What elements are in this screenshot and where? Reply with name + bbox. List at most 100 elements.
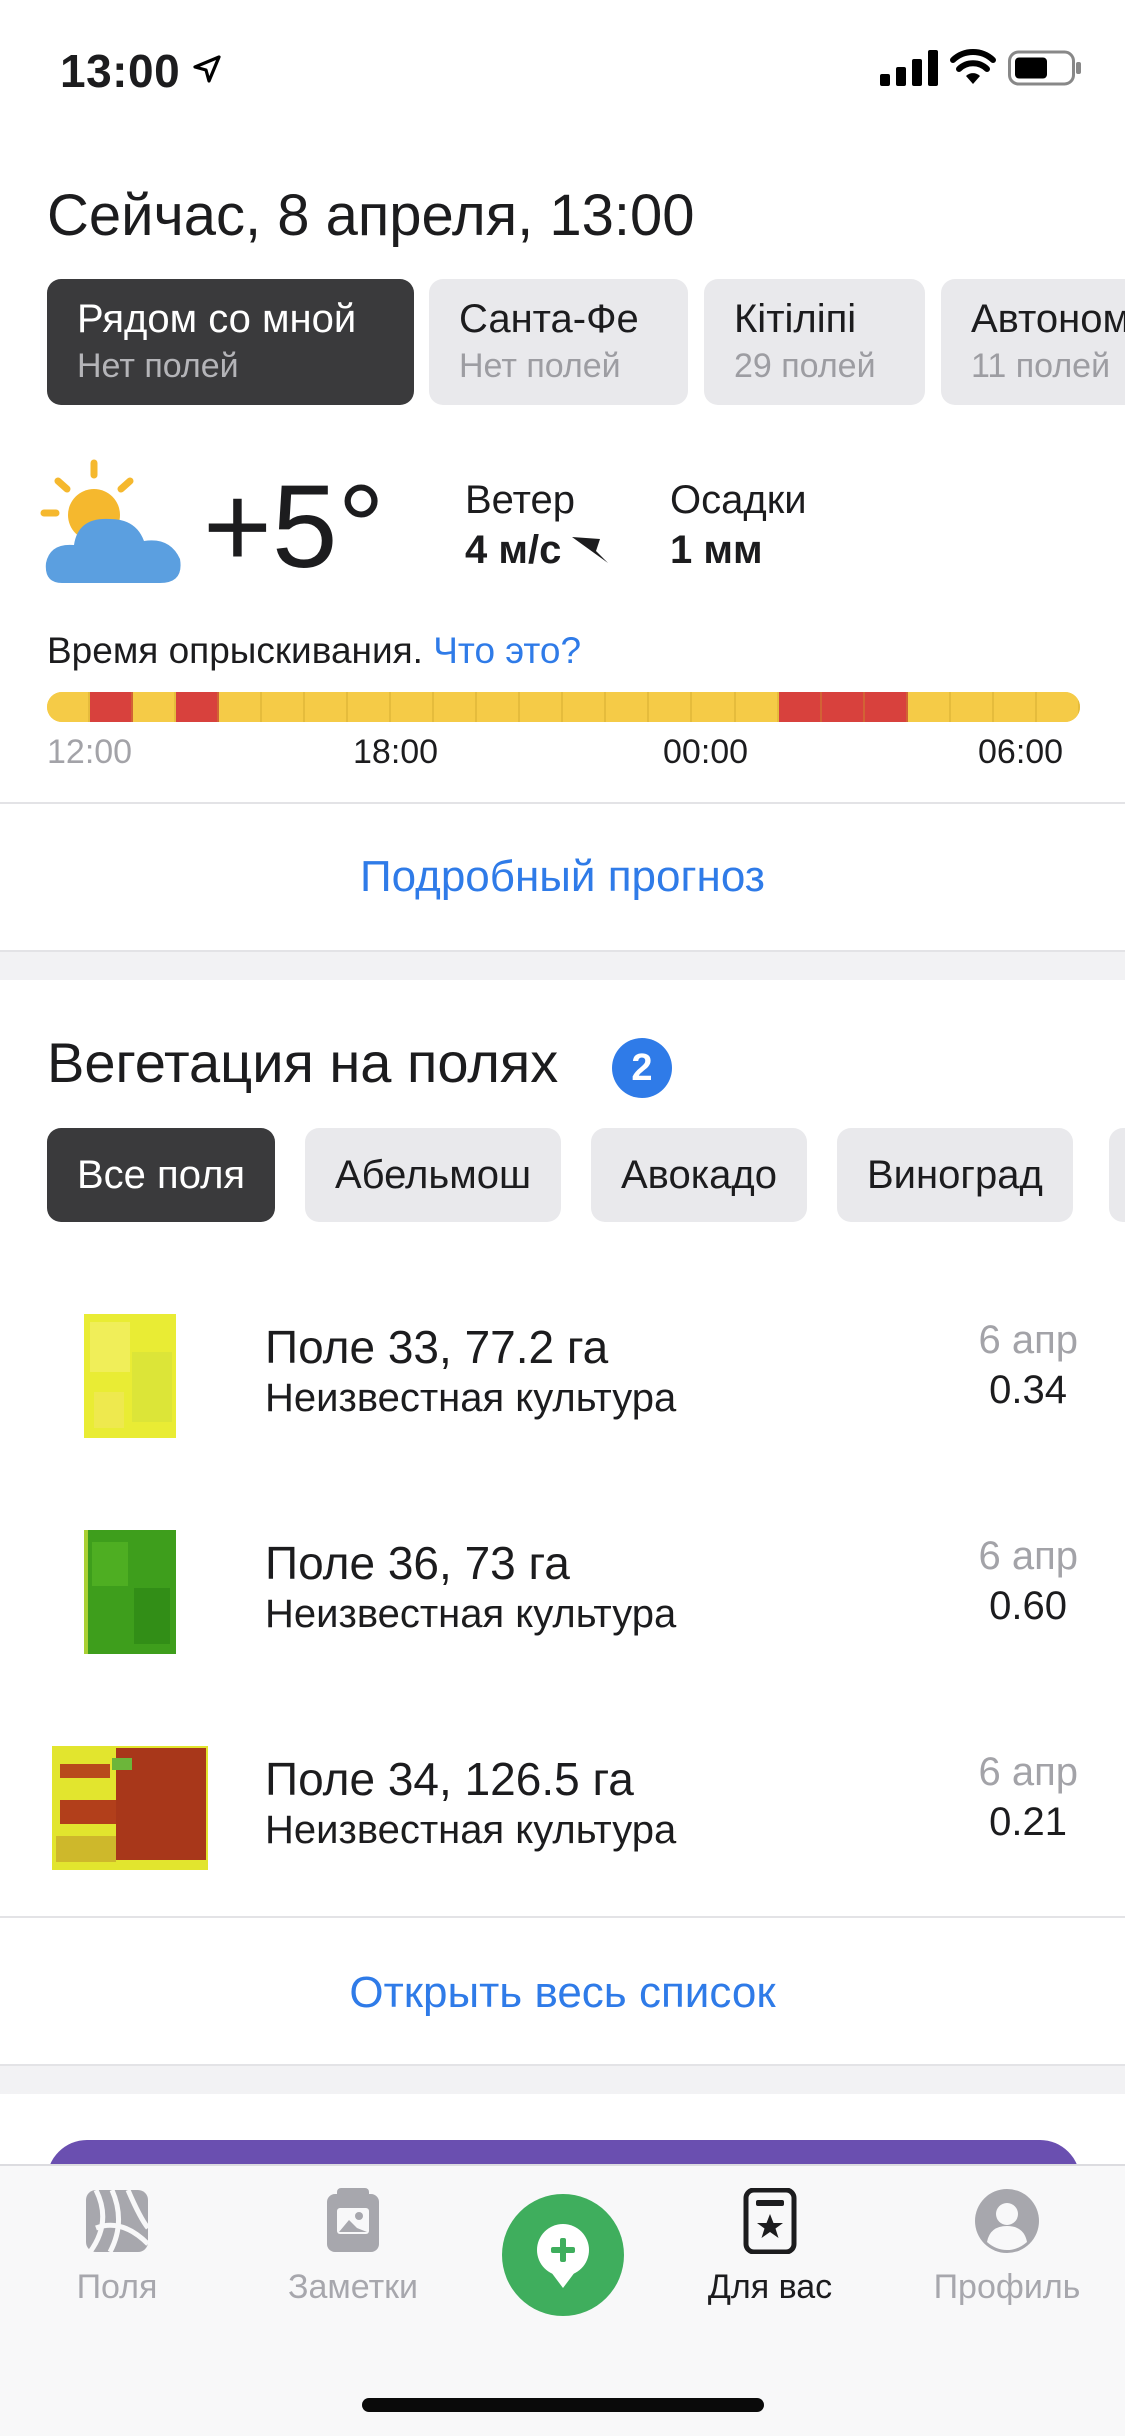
tab-bar: Поля Заметки Для вас Профиль: [0, 2164, 1125, 2436]
time-tick: 00:00: [663, 733, 749, 771]
field-row[interactable]: Поле 36, 73 га Неизвестная культура 6 ап…: [0, 1496, 1125, 1696]
field-thumbnail: [84, 1314, 176, 1438]
crop-chip-avocado[interactable]: Авокадо: [591, 1128, 807, 1222]
tab-profile[interactable]: Профиль: [907, 2188, 1107, 2318]
spray-slot-favorable: [692, 692, 736, 722]
tab-label: Для вас: [707, 2268, 833, 2306]
partly-cloudy-icon: [40, 459, 181, 583]
field-date: 6 апр: [978, 1750, 1078, 1794]
location-chip-subtitle: 29 полей: [734, 347, 876, 385]
location-chip-title: Кітіліпі: [734, 297, 857, 341]
wind-value: 4 м/с: [465, 528, 562, 572]
field-row[interactable]: Поле 33, 77.2 га Неизвестная культура 6 …: [0, 1280, 1125, 1480]
spray-slot-unfavorable: [176, 692, 220, 722]
spray-slot-favorable: [907, 692, 951, 722]
vegetation-count-badge: 2: [612, 1038, 672, 1098]
wind-label: Ветер: [465, 478, 575, 522]
crop-filter-chips: Все поля Абельмош Авокадо Виноград: [47, 1128, 1125, 1222]
precip-label: Осадки: [670, 478, 807, 522]
location-arrow-icon: [193, 55, 221, 83]
spray-slot-unfavorable: [778, 692, 822, 722]
tab-notes[interactable]: Заметки: [253, 2188, 453, 2318]
spray-timeline: [47, 692, 1080, 722]
fields-icon: [86, 2188, 150, 2254]
detailed-forecast-link[interactable]: Подробный прогноз: [0, 852, 1125, 902]
spray-slot-favorable: [520, 692, 564, 722]
tab-label: Профиль: [933, 2268, 1081, 2306]
spray-slot-favorable: [606, 692, 650, 722]
field-crop: Неизвестная культура: [265, 1808, 677, 1852]
battery-icon: [1008, 50, 1081, 86]
status-time: 13:00: [60, 45, 181, 97]
crop-chip-all[interactable]: Все поля: [47, 1128, 276, 1222]
time-tick: 18:00: [353, 733, 439, 771]
spray-slot-favorable: [219, 692, 263, 722]
add-note-button[interactable]: [502, 2194, 624, 2316]
cellular-signal-icon: [880, 50, 938, 86]
location-chip-subtitle: 11 полей: [971, 347, 1111, 385]
field-ndvi: 0.34: [989, 1368, 1067, 1412]
spray-slot-unfavorable: [821, 692, 865, 722]
spray-slot-favorable: [133, 692, 177, 722]
spray-slot-favorable: [735, 692, 779, 722]
time-tick: 12:00: [47, 733, 133, 771]
spray-slot-favorable: [477, 692, 521, 722]
tab-for-you[interactable]: Для вас: [670, 2188, 870, 2318]
status-bar: 13:00: [0, 0, 1125, 140]
field-name: Поле 36, 73 га: [265, 1537, 570, 1589]
location-chip-subtitle: Нет полей: [77, 347, 239, 385]
location-chip-nearby[interactable]: Рядом со мной Нет полей: [47, 279, 414, 405]
location-chip-kitilipi[interactable]: Кітіліпі 29 полей: [704, 279, 925, 405]
spray-slot-favorable: [262, 692, 306, 722]
field-crop: Неизвестная культура: [265, 1376, 677, 1420]
tab-label: Заметки: [287, 2268, 419, 2306]
wind-direction-icon: [572, 537, 608, 563]
field-ndvi: 0.21: [989, 1800, 1067, 1844]
field-thumbnail: [52, 1746, 208, 1870]
crop-chip-more[interactable]: [1109, 1128, 1125, 1222]
spray-time-text: Время опрыскивания.: [47, 630, 423, 671]
field-date: 6 апр: [978, 1318, 1078, 1362]
field-name: Поле 33, 77.2 га: [265, 1321, 609, 1373]
spray-slot-unfavorable: [864, 692, 908, 722]
divider: [0, 1916, 1125, 1918]
divider: [0, 802, 1125, 804]
spray-slot-favorable: [950, 692, 994, 722]
for-you-icon: [743, 2188, 797, 2254]
field-ndvi: 0.60: [989, 1584, 1067, 1628]
home-indicator[interactable]: [362, 2398, 764, 2412]
location-chip-avtonom[interactable]: Автоном 11 полей: [941, 279, 1125, 405]
notes-icon: [327, 2188, 379, 2252]
spray-slot-favorable: [47, 692, 91, 722]
add-note-icon: [537, 2224, 589, 2288]
temperature: +5°: [203, 461, 385, 593]
tab-label: Поля: [76, 2268, 158, 2306]
wifi-icon: [950, 49, 996, 84]
field-date: 6 апр: [978, 1534, 1078, 1578]
spray-slot-favorable: [305, 692, 349, 722]
crop-chip-grape[interactable]: Виноград: [837, 1128, 1073, 1222]
spray-slot-favorable: [391, 692, 435, 722]
page-title: Сейчас, 8 апреля, 13:00: [47, 183, 695, 248]
precip-value: 1 мм: [670, 528, 763, 572]
profile-icon: [975, 2189, 1039, 2253]
section-gap: [0, 952, 1125, 980]
time-tick: 06:00: [978, 733, 1064, 771]
location-chip-santa-fe[interactable]: Санта-Фе Нет полей: [429, 279, 688, 405]
vegetation-title: Вегетация на полях: [47, 1031, 559, 1094]
spray-slot-favorable: [993, 692, 1037, 722]
spray-slot-favorable: [348, 692, 392, 722]
spray-slot-favorable: [1036, 692, 1080, 722]
location-chip-title: Рядом со мной: [77, 297, 357, 341]
tab-fields[interactable]: Поля: [17, 2188, 217, 2318]
location-chip-title: Автоном: [971, 297, 1125, 341]
field-thumbnail: [84, 1530, 176, 1654]
field-crop: Неизвестная культура: [265, 1592, 677, 1636]
open-all-fields-link[interactable]: Открыть весь список: [0, 1968, 1125, 2018]
spray-slot-unfavorable: [90, 692, 134, 722]
crop-chip-abelmosh[interactable]: Абельмош: [305, 1128, 562, 1222]
spray-slot-favorable: [434, 692, 478, 722]
field-name: Поле 34, 126.5 га: [265, 1753, 634, 1805]
spray-help-link[interactable]: Что это?: [433, 630, 581, 671]
field-row[interactable]: Поле 34, 126.5 га Неизвестная культура 6…: [0, 1712, 1125, 1912]
